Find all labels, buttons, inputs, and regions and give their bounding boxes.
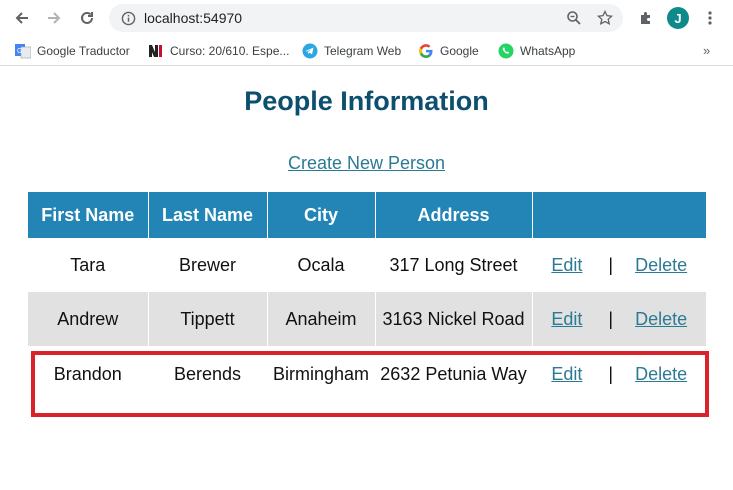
header-city: City	[267, 192, 376, 238]
bookmark-whatsapp[interactable]: WhatsApp	[498, 42, 575, 60]
bookmark-curso[interactable]: Curso: 20/610. Espe...	[148, 42, 289, 60]
forward-button[interactable]	[42, 6, 66, 30]
delete-link[interactable]: Delete	[635, 364, 687, 385]
back-button[interactable]	[10, 6, 34, 30]
cell-last-name: Brewer	[148, 238, 268, 292]
separator: |	[608, 308, 614, 329]
separator: |	[608, 364, 614, 384]
cell-city: Birmingham	[267, 346, 376, 416]
cell-last-name: Tippett	[148, 292, 268, 346]
cell-city: Anaheim	[267, 292, 376, 346]
cell-address: 2632 Petunia Way	[375, 346, 533, 416]
cell-address: 317 Long Street	[375, 238, 533, 292]
separator: |	[608, 254, 614, 275]
bookmark-star-icon[interactable]	[596, 9, 614, 27]
delete-link[interactable]: Delete	[635, 309, 687, 330]
table-row: Tara Brewer Ocala 317 Long Street Edit |…	[28, 238, 706, 292]
cell-address: 3163 Nickel Road	[375, 292, 533, 346]
header-address: Address	[375, 192, 533, 238]
delete-link[interactable]: Delete	[635, 255, 687, 276]
ni-logo-icon	[148, 43, 164, 59]
extensions-icon[interactable]	[634, 6, 658, 30]
table-row: Andrew Tippett Anaheim 3163 Nickel Road …	[28, 292, 706, 346]
cell-first-name: Brandon	[28, 346, 149, 416]
reload-icon	[81, 11, 93, 24]
svg-text:G: G	[17, 48, 22, 55]
page-title: People Information	[244, 86, 489, 116]
bookmark-label: Google	[440, 44, 479, 58]
menu-kebab-icon[interactable]	[698, 6, 722, 30]
bookmark-google-traductor[interactable]: G Google Traductor	[15, 42, 130, 60]
bookmark-label: Google Traductor	[37, 44, 130, 58]
table-row: Brandon Berends Birmingham 2632 Petunia …	[28, 346, 706, 416]
people-table: First Name Last Name City Address Tara B…	[28, 192, 706, 416]
header-last-name: Last Name	[148, 192, 268, 238]
reload-button[interactable]	[75, 6, 99, 30]
address-bar[interactable]: localhost:54970	[109, 4, 623, 32]
create-new-person-link[interactable]: Create New Person	[288, 153, 445, 173]
cell-actions: Edit | Delete	[532, 292, 706, 346]
forward-arrow-icon	[48, 12, 61, 24]
zoom-icon[interactable]	[565, 9, 583, 27]
profile-avatar[interactable]: J	[667, 7, 689, 29]
telegram-icon	[302, 43, 318, 59]
bookmark-label: Telegram Web	[324, 44, 402, 58]
header-first-name: First Name	[28, 192, 149, 238]
bookmark-telegram-web[interactable]: Telegram Web	[302, 42, 401, 60]
google-translate-icon: G	[15, 43, 31, 59]
browser-toolbar: localhost:54970 J	[0, 0, 733, 36]
url-text[interactable]: localhost:54970	[144, 10, 242, 26]
header-actions	[532, 192, 706, 238]
bookmarks-overflow-button[interactable]: »	[703, 43, 710, 58]
cell-actions: Edit | Delete	[532, 238, 706, 292]
edit-link[interactable]: Edit	[551, 255, 582, 276]
table-header-row: First Name Last Name City Address	[28, 192, 706, 238]
create-link-container: Create New Person	[0, 153, 733, 174]
cell-first-name: Andrew	[28, 292, 149, 346]
edit-link[interactable]: Edit	[551, 309, 582, 330]
cell-last-name: Berends	[148, 346, 268, 416]
cell-first-name: Tara	[28, 238, 149, 292]
bookmark-label: WhatsApp	[520, 44, 576, 58]
google-icon	[418, 43, 434, 59]
cell-actions: Edit | Delete	[532, 346, 706, 416]
whatsapp-icon	[498, 43, 514, 59]
bookmark-label: Curso: 20/610. Espe...	[170, 44, 290, 58]
cell-city: Ocala	[267, 238, 376, 292]
edit-link[interactable]: Edit	[551, 364, 582, 385]
back-arrow-icon	[15, 12, 28, 24]
bookmark-google[interactable]: Google	[418, 42, 479, 60]
bookmarks-bar: G Google Traductor Curso: 20/610. Espe..…	[0, 36, 733, 66]
info-icon[interactable]	[119, 9, 137, 27]
